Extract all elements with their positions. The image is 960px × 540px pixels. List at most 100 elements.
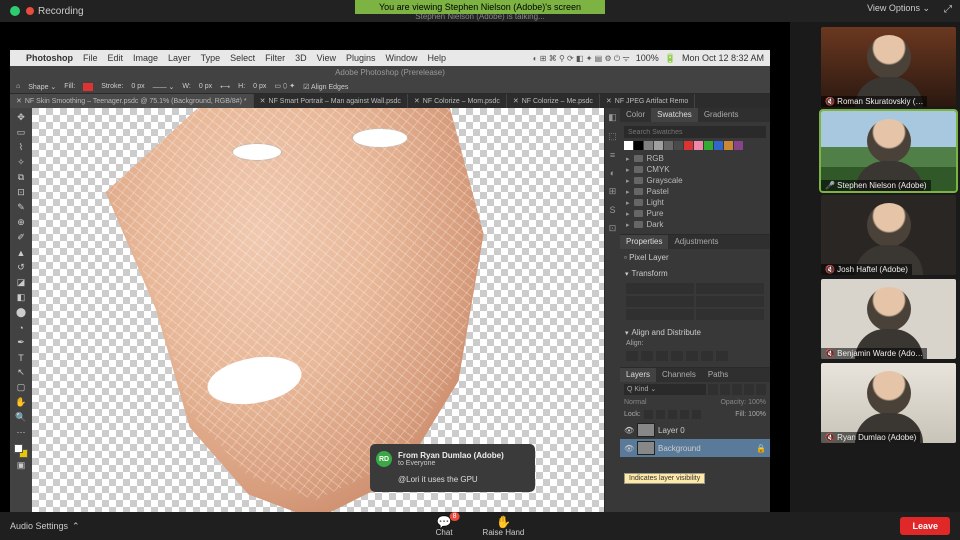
align-left-icon[interactable]: [626, 351, 638, 361]
video-tile[interactable]: 🎤 Stephen Nielson (Adobe): [821, 111, 956, 191]
menu-layer[interactable]: Layer: [168, 53, 191, 63]
transform-y[interactable]: [696, 296, 764, 307]
app-name[interactable]: Photoshop: [26, 53, 73, 63]
edit-toolbar[interactable]: ⋯: [12, 425, 30, 440]
layer-thumb[interactable]: [637, 441, 655, 455]
chat-button[interactable]: 💬 8 Chat: [436, 515, 453, 537]
blur-tool[interactable]: ⬤: [12, 305, 30, 320]
menu-help[interactable]: Help: [428, 53, 447, 63]
doc-tab-0[interactable]: ✕ NF Skin Smoothing – Teenager.psdc @ 75…: [10, 94, 254, 108]
doc-tab-3[interactable]: ✕ NF Colorize – Me.psdc: [507, 94, 600, 108]
marquee-tool[interactable]: ▭: [12, 125, 30, 140]
transform-section[interactable]: Transform: [620, 266, 770, 281]
menu-plugins[interactable]: Plugins: [346, 53, 376, 63]
screen-mode[interactable]: ▣: [12, 458, 30, 473]
panel-icon[interactable]: S: [609, 205, 615, 215]
swatch[interactable]: [714, 141, 723, 150]
type-tool[interactable]: T: [12, 350, 30, 365]
layer-thumb[interactable]: [637, 423, 655, 437]
lock-nest-icon[interactable]: [680, 410, 689, 419]
align-more-icon[interactable]: [716, 351, 728, 361]
swatch[interactable]: [664, 141, 673, 150]
swatch-search-input[interactable]: [624, 126, 766, 138]
lock-pos-icon[interactable]: [668, 410, 677, 419]
panel-icon[interactable]: ◐: [610, 168, 615, 178]
align-bottom-icon[interactable]: [701, 351, 713, 361]
wand-tool[interactable]: ✧: [12, 155, 30, 170]
filter-type-icon[interactable]: [732, 384, 742, 395]
swatch[interactable]: [684, 141, 693, 150]
eyedropper-tool[interactable]: ✎: [12, 200, 30, 215]
raise-hand-button[interactable]: ✋ Raise Hand: [483, 515, 525, 537]
path-tool[interactable]: ↖: [12, 365, 30, 380]
crop-tool[interactable]: ⧉: [12, 170, 30, 185]
layer-filter-kind[interactable]: Q Kind ⌄: [624, 384, 706, 395]
zoom-tool[interactable]: 🔍: [12, 410, 30, 425]
menu-edit[interactable]: Edit: [108, 53, 124, 63]
swatch[interactable]: [694, 141, 703, 150]
menu-file[interactable]: File: [83, 53, 98, 63]
tab-gradients[interactable]: Gradients: [698, 108, 745, 122]
panel-icon[interactable]: ◧: [608, 112, 617, 123]
align-right-icon[interactable]: [656, 351, 668, 361]
tab-layers[interactable]: Layers: [620, 368, 656, 382]
swatch-folder[interactable]: CMYK: [624, 164, 766, 175]
align-section[interactable]: Align and Distribute: [620, 325, 770, 340]
menu-window[interactable]: Window: [386, 53, 418, 63]
swatch-folder[interactable]: Pure: [624, 208, 766, 219]
frame-tool[interactable]: ⊡: [12, 185, 30, 200]
visibility-icon[interactable]: 👁: [624, 444, 634, 453]
blend-mode[interactable]: Normal: [624, 399, 647, 406]
layer-row[interactable]: 👁 Layer 0: [620, 421, 770, 439]
brush-tool[interactable]: ✐: [12, 230, 30, 245]
video-tile[interactable]: 🔇 Ryan Dumlao (Adobe): [821, 363, 956, 443]
align-edges-label[interactable]: Align Edges: [311, 84, 348, 91]
swatch[interactable]: [634, 141, 643, 150]
fg-bg-colors[interactable]: [14, 444, 28, 458]
gradient-tool[interactable]: ◧: [12, 290, 30, 305]
stamp-tool[interactable]: ▲: [12, 245, 30, 260]
panel-icon[interactable]: ⬚: [608, 131, 617, 142]
eraser-tool[interactable]: ◪: [12, 275, 30, 290]
doc-tab-2[interactable]: ✕ NF Colorize – Mom.psdc: [408, 94, 507, 108]
swatch-folder[interactable]: Light: [624, 197, 766, 208]
stroke-width[interactable]: 0 px: [131, 83, 144, 90]
video-tile[interactable]: 🔇 Josh Haftel (Adobe): [821, 195, 956, 275]
move-tool[interactable]: ✥: [12, 110, 30, 125]
menu-filter[interactable]: Filter: [265, 53, 285, 63]
lock-trans-icon[interactable]: [644, 410, 653, 419]
swatch[interactable]: [674, 141, 683, 150]
lasso-tool[interactable]: ⌇: [12, 140, 30, 155]
menu-select[interactable]: Select: [230, 53, 255, 63]
heal-tool[interactable]: ⊕: [12, 215, 30, 230]
tab-adjustments[interactable]: Adjustments: [668, 235, 724, 249]
tab-channels[interactable]: Channels: [656, 368, 702, 382]
history-brush-tool[interactable]: ↺: [12, 260, 30, 275]
doc-tab-1[interactable]: ✕ NF Smart Portrait – Man against Wall.p…: [254, 94, 408, 108]
expand-icon[interactable]: ⤢: [944, 4, 952, 15]
transform-x[interactable]: [696, 283, 764, 294]
tab-swatches[interactable]: Swatches: [651, 108, 698, 122]
swatch[interactable]: [704, 141, 713, 150]
panel-icon[interactable]: ⊡: [609, 223, 617, 234]
panel-icon[interactable]: ≡: [610, 150, 615, 160]
filter-adj-icon[interactable]: [720, 384, 730, 395]
menu-image[interactable]: Image: [133, 53, 158, 63]
tab-paths[interactable]: Paths: [702, 368, 734, 382]
swatch-folder[interactable]: Dark: [624, 219, 766, 230]
menu-type[interactable]: Type: [201, 53, 221, 63]
audio-settings-button[interactable]: Audio Settings ⌃: [10, 521, 80, 532]
filter-smart-icon[interactable]: [756, 384, 766, 395]
lock-image-icon[interactable]: [656, 410, 665, 419]
menu-view[interactable]: View: [317, 53, 336, 63]
swatch-folder[interactable]: Pastel: [624, 186, 766, 197]
home-icon[interactable]: ⌂: [16, 83, 20, 90]
lock-all-icon[interactable]: [692, 410, 701, 419]
visibility-icon[interactable]: 👁: [624, 426, 634, 435]
transform-h[interactable]: [626, 296, 694, 307]
filter-pixel-icon[interactable]: [708, 384, 718, 395]
swatch[interactable]: [734, 141, 743, 150]
fill-swatch[interactable]: [83, 83, 93, 91]
align-vcenter-icon[interactable]: [686, 351, 698, 361]
swatch[interactable]: [654, 141, 663, 150]
